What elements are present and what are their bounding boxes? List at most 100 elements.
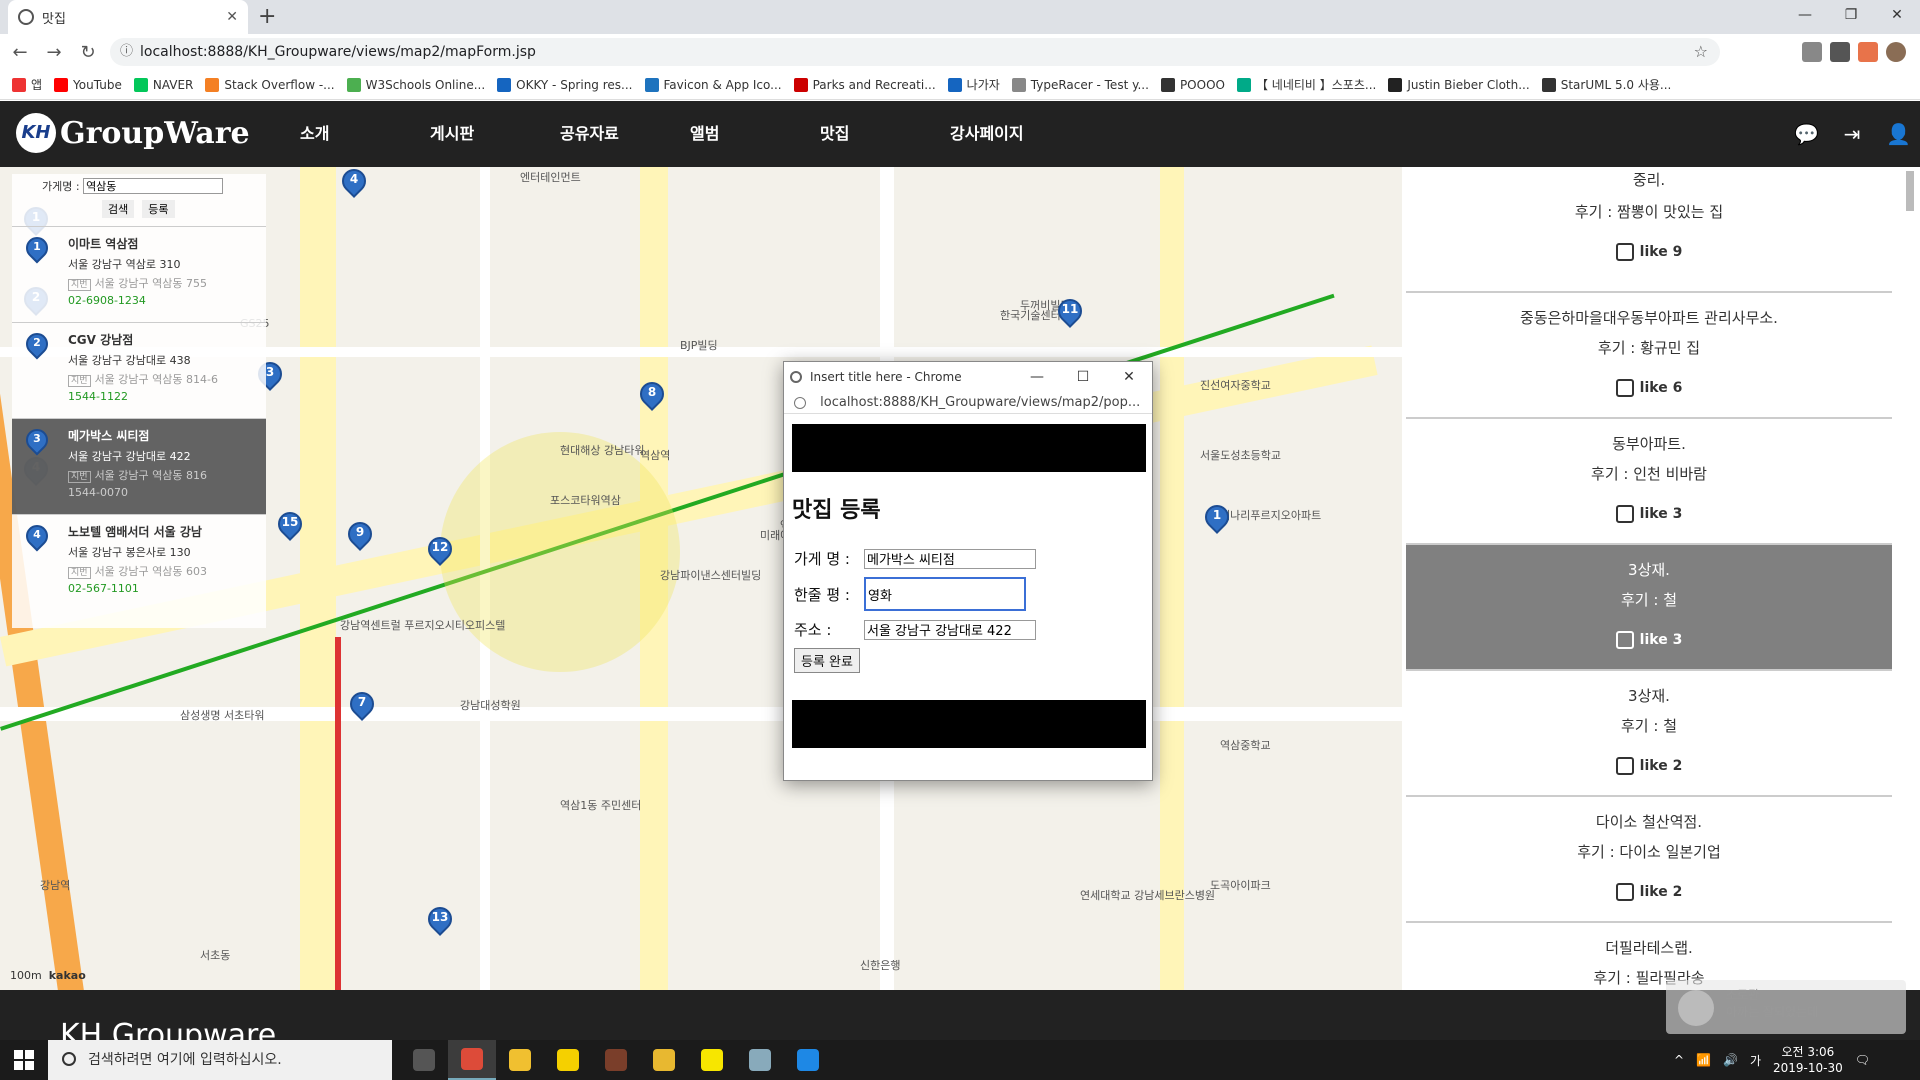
taskbar-app-icon[interactable] [496,1040,544,1080]
nav-board[interactable]: 게시판 [430,101,560,167]
extension-icon[interactable] [1858,42,1878,62]
map-pin-icon: 3 [21,424,53,457]
chat-notification[interactable]: 조로관 아까는 잘되었는데 [1666,980,1906,1034]
nav-intro[interactable]: 소개 [300,101,430,167]
popup-close-button[interactable]: ✕ [1106,369,1152,385]
taskbar-app-icon[interactable] [640,1040,688,1080]
nav-restaurant[interactable]: 맛집 [820,101,950,167]
popup-minimize-button[interactable]: — [1014,369,1060,385]
bookmark-item[interactable]: TypeRacer - Test y... [1011,77,1149,92]
review-item[interactable]: 중동은하마을대우동부아파트 관리사무소. 후기 : 황규민 집 like 6 [1406,293,1892,419]
store-list-item[interactable]: 1 이마트 역삼점 서울 강남구 역삼로 310 지번 서울 강남구 역삼동 755 02… [12,226,266,322]
nav-album[interactable]: 앨범 [690,101,820,167]
extension-icon[interactable] [1830,42,1850,62]
map-marker[interactable]: 8 [635,377,669,412]
minimize-button[interactable]: — [1782,0,1828,30]
map-marker[interactable]: 9 [343,517,377,552]
new-tab-button[interactable]: + [258,4,276,29]
bookmark-item[interactable]: Stack Overflow -... [205,77,335,92]
address-bar[interactable]: ⓘ localhost:8888/KH_Groupware/views/map2… [110,38,1720,66]
review-item[interactable]: 3상재. 후기 : 철 like 3 [1406,545,1892,671]
extension-icons [1802,42,1906,62]
map-marker[interactable]: 13 [423,902,457,937]
windows-start-icon[interactable] [14,1050,34,1070]
taskbar-app-icon[interactable] [544,1040,592,1080]
bookmark-item[interactable]: YouTube [54,77,122,92]
browser-tab[interactable]: 맛집 ✕ [8,0,248,34]
site-logo[interactable]: KH GroupWare [16,113,250,153]
bookmark-item[interactable]: StarUML 5.0 사용... [1541,76,1671,93]
taskbar-app-icon[interactable] [736,1040,784,1080]
back-button[interactable]: ← [6,42,34,63]
user-icon[interactable]: 👤 [1886,123,1911,145]
review-field[interactable] [864,577,1026,611]
map-pin-icon: 4 [21,520,53,553]
map-marker[interactable]: 4 [337,167,371,199]
store-list-item[interactable]: 3 메가박스 씨티점 서울 강남구 강남대로 422 지번 서울 강남구 역삼동 816… [12,418,266,514]
notification-icon[interactable]: 🗨 [1855,1053,1870,1067]
bookmark-item[interactable]: POOOO [1160,77,1225,92]
like-button[interactable]: like 3 [1406,631,1892,649]
reload-button[interactable]: ↻ [74,42,102,63]
extension-icon[interactable] [1802,42,1822,62]
clock[interactable]: 오전 3:06 2019-10-30 [1773,1044,1843,1076]
map-marker[interactable]: 7 [345,687,379,722]
bookmark-item[interactable]: Justin Bieber Cloth... [1388,77,1530,92]
tab-close-icon[interactable]: ✕ [226,9,238,25]
bookmark-item[interactable]: 앱 [12,76,42,93]
submit-button[interactable]: 등록 완료 [794,648,860,673]
network-icon[interactable]: 📶 [1696,1053,1711,1067]
review-item[interactable]: 다이소 철산역점. 후기 : 다이소 일본기업 like 2 [1406,797,1892,923]
store-phone: 02-6908-1234 [68,294,146,307]
nav-shared[interactable]: 공유자료 [560,101,690,167]
like-button[interactable]: like 2 [1406,883,1892,901]
store-list-item[interactable]: 2 CGV 강남점 서울 강남구 강남대로 438 지번 서울 강남구 역삼동 814-… [12,322,266,418]
like-button[interactable]: like 9 [1406,243,1892,261]
store-name-field[interactable] [864,548,1036,569]
like-button[interactable]: like 2 [1406,757,1892,775]
review-item[interactable]: 중리. 후기 : 짬뽕이 맛있는 집 like 9 [1406,167,1892,293]
map-marker[interactable]: 15 [273,507,307,542]
map-marker[interactable]: 12 [423,532,457,567]
bookmark-star-icon[interactable]: ☆ [1694,38,1708,66]
close-window-button[interactable]: ✕ [1874,0,1920,30]
like-button[interactable]: like 3 [1406,505,1892,523]
bookmark-item[interactable]: Favicon & App Ico... [644,77,782,92]
map-marker[interactable]: 1 [1200,500,1234,535]
bookmark-item[interactable]: 나가자 [947,76,1000,93]
popup-maximize-button[interactable]: ☐ [1060,369,1106,385]
bookmark-item[interactable]: OKKY - Spring res... [497,77,633,92]
taskbar-app-icon[interactable] [448,1040,496,1080]
chevron-up-icon[interactable]: ^ [1674,1053,1684,1067]
taskbar-app-icon[interactable] [784,1040,832,1080]
volume-icon[interactable]: 🔊 [1723,1053,1738,1067]
taskbar-app-icon[interactable] [400,1040,448,1080]
forward-button[interactable]: → [40,42,68,63]
chat-icon[interactable]: 💬 [1794,123,1819,145]
bookmark-item[interactable]: Parks and Recreati... [793,77,936,92]
profile-avatar[interactable] [1886,42,1906,62]
map-marker[interactable]: 11 [1053,294,1087,329]
store-search-input[interactable] [83,178,224,194]
bookmark-item[interactable]: NAVER [133,77,193,92]
address-field[interactable] [864,619,1036,640]
info-icon[interactable]: ⓘ [120,38,133,66]
review-place: 동부아파트. [1612,435,1686,453]
nav-teacher[interactable]: 강사페이지 [950,101,1080,167]
review-item[interactable]: 3상재. 후기 : 철 like 2 [1406,671,1892,797]
taskbar-search[interactable]: 검색하려면 여기에 입력하십시오. [48,1040,392,1080]
ime-indicator[interactable]: 가 [1750,1052,1761,1069]
store-name: 노보텔 앰배서더 서울 강남 [68,525,202,539]
maximize-button[interactable]: ❐ [1828,0,1874,30]
review-item[interactable]: 동부아파트. 후기 : 인천 비바람 like 3 [1406,419,1892,545]
login-icon[interactable]: ⇥ [1840,123,1864,145]
register-button[interactable]: 등록 [142,200,175,218]
search-button[interactable]: 검색 [102,200,135,218]
bookmark-item[interactable]: 【 네네티비 】스포츠... [1236,76,1376,93]
taskbar-app-icon[interactable] [592,1040,640,1080]
bookmark-item[interactable]: W3Schools Online... [346,77,485,92]
like-button[interactable]: like 6 [1406,379,1892,397]
scrollbar[interactable] [1906,171,1914,211]
store-list-item[interactable]: 4 노보텔 앰배서더 서울 강남 서울 강남구 봉은사로 130 지번 서울 강남구 역… [12,514,266,610]
taskbar-app-icon[interactable] [688,1040,736,1080]
